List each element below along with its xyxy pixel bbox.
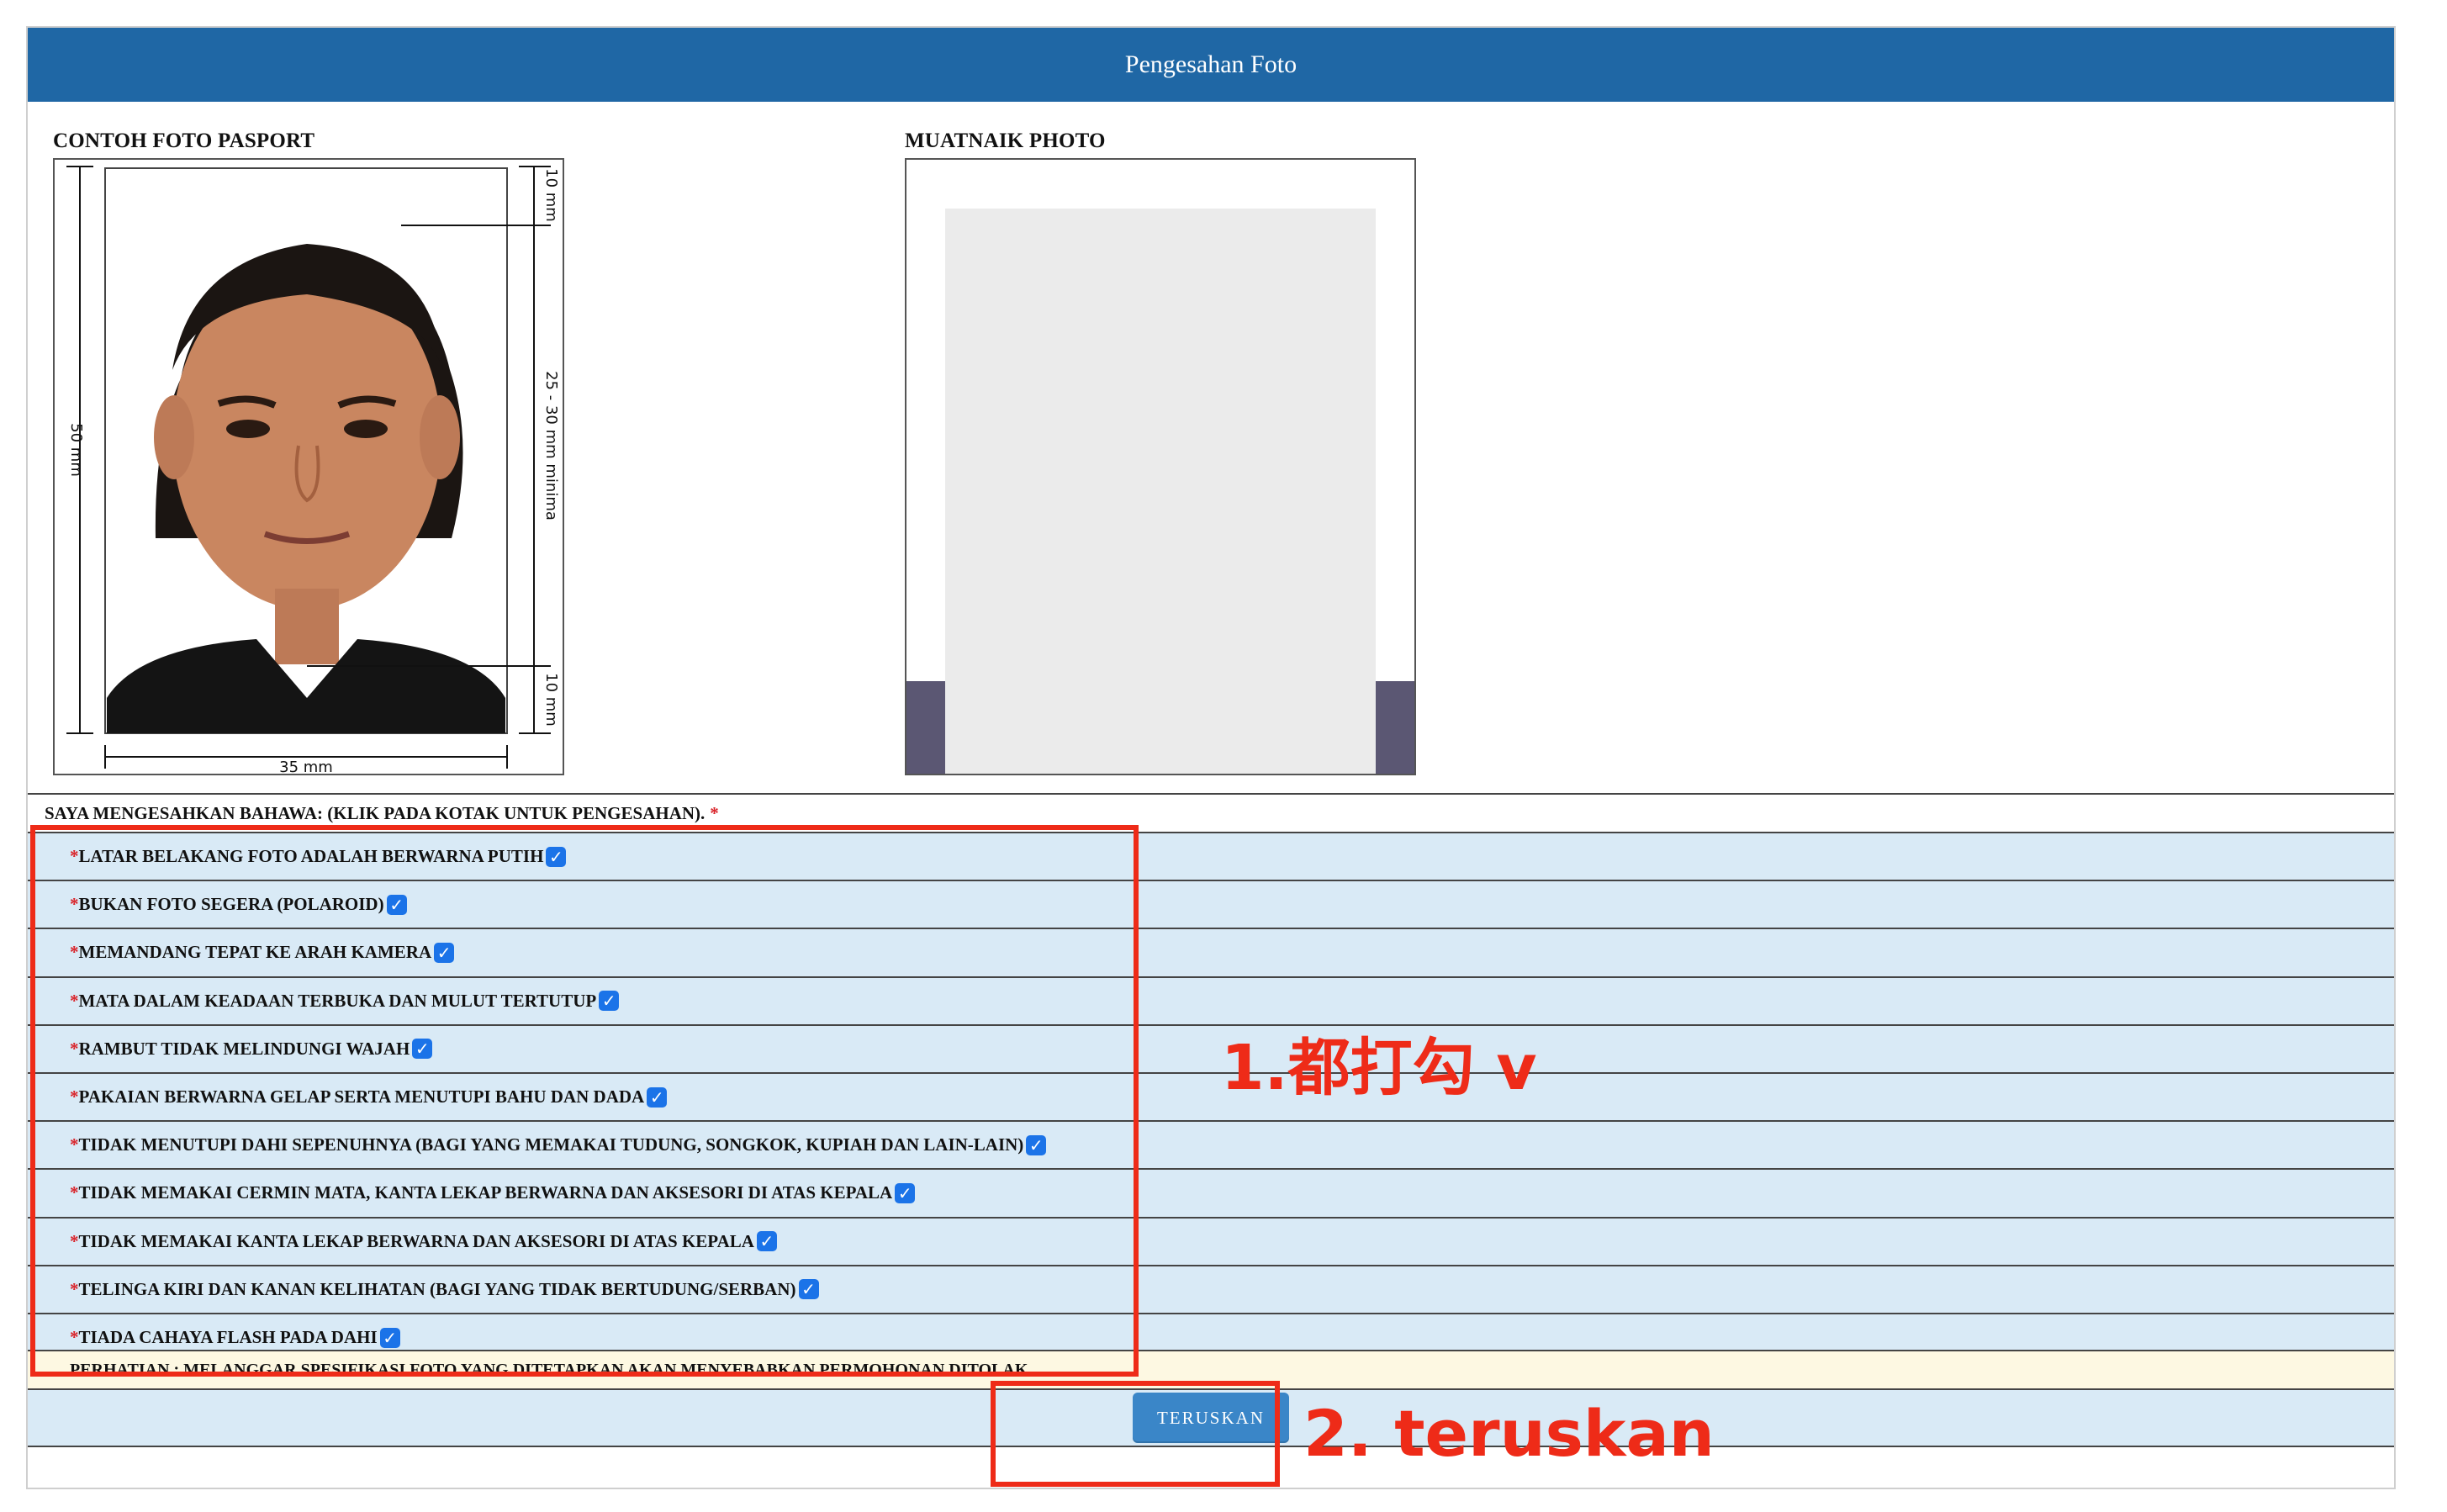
annotation-button-box <box>991 1381 1280 1487</box>
dimension-bottom: 10 mm <box>542 673 560 727</box>
upload-photo-label: MUATNAIK PHOTO <box>905 130 1106 152</box>
dimension-width: 35 mm <box>279 759 333 774</box>
annotation-checklist-box <box>30 825 1139 1377</box>
annotation-step2: 2. teruskan <box>1303 1396 1715 1471</box>
panel-title: Pengesahan Foto <box>28 28 2394 102</box>
photo-placeholder <box>945 209 1376 774</box>
annotation-step1: 1.都打勾 v <box>1221 1032 1537 1104</box>
sample-photo-diagram: 50 mm 35 mm 10 mm 25 - 30 mm minima 10 m… <box>53 158 564 776</box>
sample-passport-photo: 50 mm 35 mm 10 mm 25 - 30 mm minima 10 m… <box>66 166 560 776</box>
sample-photo-label: CONTOH FOTO PASPORT <box>53 130 315 152</box>
uploaded-photo <box>905 158 1416 775</box>
dimension-height: 50 mm <box>67 423 85 477</box>
dimension-top: 10 mm <box>542 168 560 222</box>
dimension-middle: 25 - 30 mm minima <box>542 371 560 521</box>
